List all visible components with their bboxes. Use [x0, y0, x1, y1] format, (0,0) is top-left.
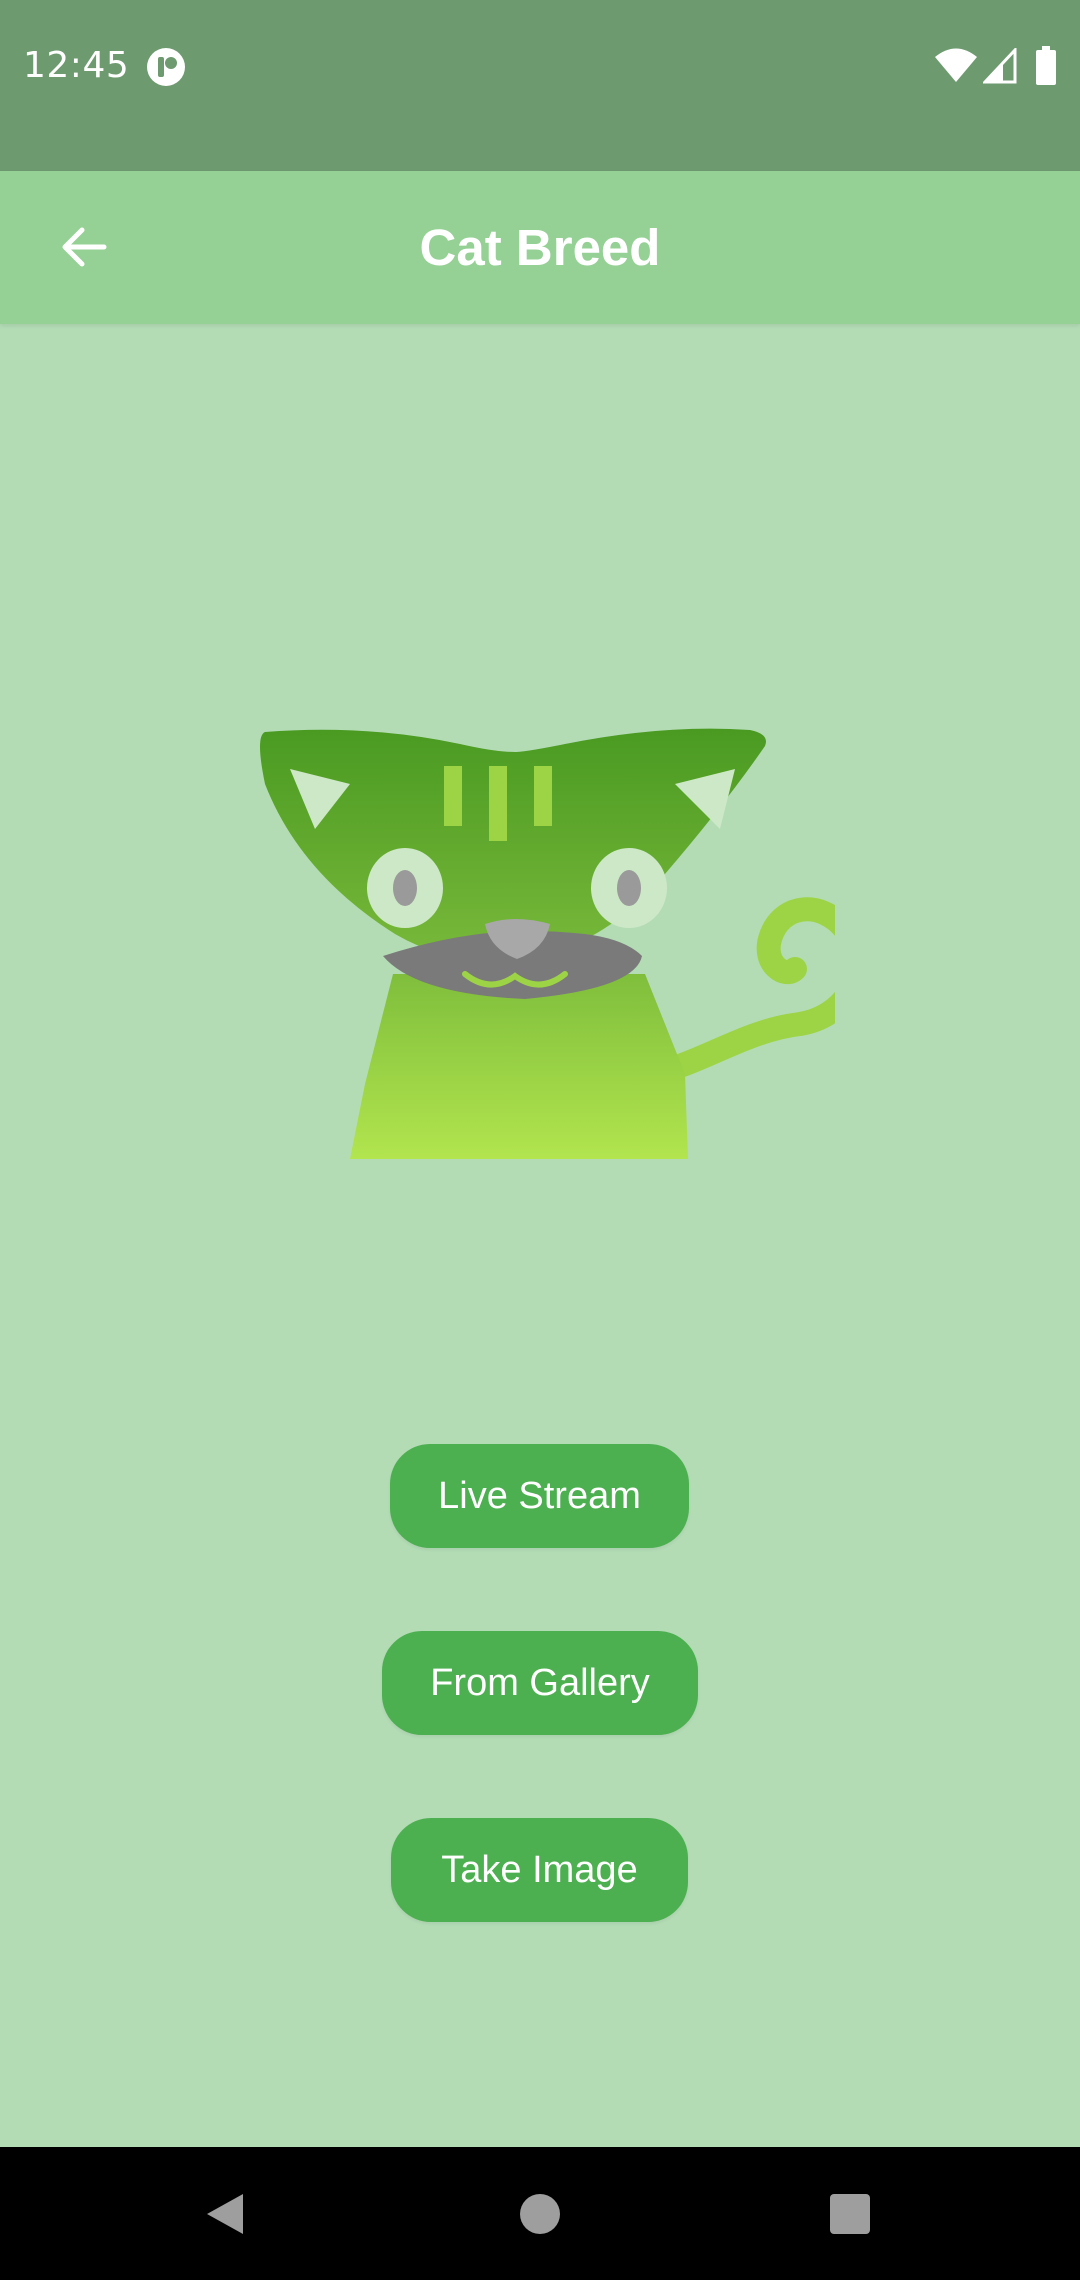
wifi-icon	[935, 48, 977, 82]
app-bar: Cat Breed	[0, 171, 1080, 324]
nav-recents-icon	[830, 2194, 870, 2234]
hero-area	[0, 324, 1080, 1324]
status-bar: 12:45	[0, 0, 1080, 171]
nav-recents-button[interactable]	[805, 2169, 895, 2259]
nav-home-icon	[520, 2194, 560, 2234]
take-image-button[interactable]: Take Image	[391, 1818, 688, 1922]
battery-icon	[1036, 46, 1056, 85]
nav-back-icon	[207, 2194, 243, 2234]
live-stream-button[interactable]: Live Stream	[390, 1444, 689, 1548]
nav-home-button[interactable]	[495, 2169, 585, 2259]
cell-signal-icon	[983, 48, 1017, 84]
green-cat-logo	[260, 728, 835, 1159]
back-button[interactable]	[36, 199, 132, 295]
app-notification-icon	[147, 48, 185, 86]
nav-back-button[interactable]	[180, 2169, 270, 2259]
from-gallery-button[interactable]: From Gallery	[382, 1631, 698, 1735]
system-nav-bar	[0, 2147, 1080, 2280]
status-time: 12:45	[23, 45, 130, 86]
arrow-back-icon	[62, 227, 107, 267]
page-title: Cat Breed	[419, 219, 661, 276]
